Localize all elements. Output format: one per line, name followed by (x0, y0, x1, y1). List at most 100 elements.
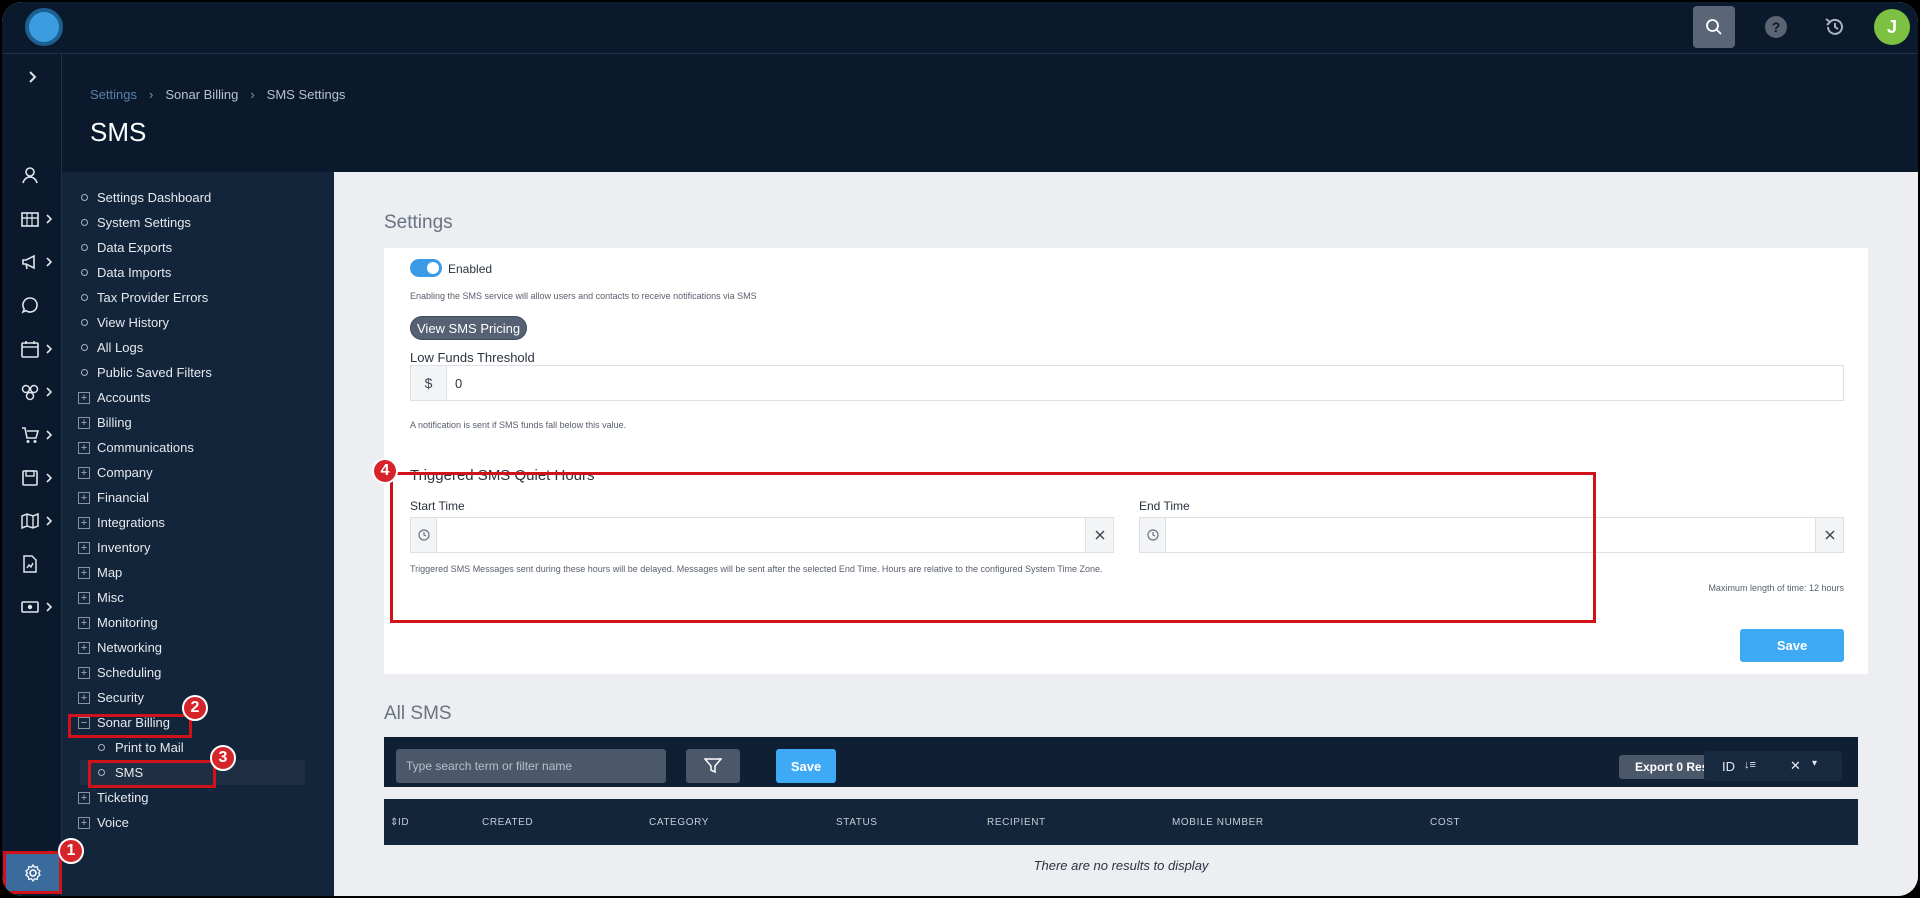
bullet-icon (81, 244, 88, 251)
megaphone-icon (22, 254, 35, 270)
calendar-icon (21, 341, 39, 358)
rail-network[interactable] (2, 375, 62, 409)
app-logo[interactable] (25, 8, 63, 46)
column-id[interactable]: ID (398, 817, 409, 828)
nav-label: Tax Provider Errors (97, 290, 209, 305)
highlight-sonar-billing (68, 714, 192, 738)
view-sms-pricing-button[interactable]: View SMS Pricing (410, 316, 528, 340)
low-funds-input[interactable] (447, 366, 1843, 400)
empty-table-message: There are no results to display (1033, 858, 1209, 873)
help-button[interactable]: ? (1755, 6, 1797, 48)
rail-scheduling[interactable] (2, 332, 62, 366)
sort-select[interactable]: ID ↓≡ ✕ ▾ (1704, 751, 1842, 781)
nav-label: Networking (97, 640, 163, 655)
nav-public-saved-filters[interactable]: Public Saved Filters (62, 360, 334, 385)
filter-save-button[interactable]: Save (776, 749, 836, 783)
settings-section-title: Settings (384, 212, 453, 233)
recent-history-button[interactable] (1814, 6, 1856, 48)
nav-networking[interactable]: + Networking (62, 635, 334, 660)
filter-button[interactable] (686, 749, 740, 783)
nav-monitoring[interactable]: + Monitoring (62, 610, 334, 635)
column-mobile-number[interactable]: MOBILE NUMBER (1172, 817, 1264, 828)
nav-billing[interactable]: + Billing (62, 410, 334, 435)
nav-print-to-mail[interactable]: Print to Mail (62, 735, 334, 760)
column-created[interactable]: CREATED (482, 817, 533, 828)
nav-settings-dashboard[interactable]: Settings Dashboard (62, 185, 334, 210)
nav-integrations[interactable]: + Integrations (62, 510, 334, 535)
highlight-sms-item (88, 760, 216, 788)
rail-inventory[interactable] (2, 418, 62, 452)
bullet-icon (81, 319, 88, 326)
nav-company[interactable]: + Company (62, 460, 334, 485)
annotation-badge-2: 2 (182, 695, 208, 721)
nav-label: Financial (97, 490, 150, 505)
filter-icon (704, 758, 722, 774)
sms-search-input[interactable] (396, 749, 666, 783)
settings-save-button[interactable]: Save (1740, 629, 1844, 662)
breadcrumb-settings[interactable]: Settings (90, 87, 137, 102)
user-avatar[interactable]: J (1874, 9, 1910, 45)
rail-reports[interactable] (2, 547, 62, 581)
rail-expand-button[interactable] (2, 60, 62, 94)
clear-sort-icon[interactable]: ✕ (1790, 758, 1801, 774)
nav-financial[interactable]: + Financial (62, 485, 334, 510)
nav-ticketing[interactable]: + Ticketing (62, 785, 334, 810)
calendar-grid-icon (21, 212, 39, 227)
expand-plus-icon: + (78, 491, 90, 504)
nav-label: Public Saved Filters (97, 365, 212, 380)
sms-enabled-toggle[interactable] (410, 259, 442, 277)
nav-label: Voice (97, 815, 129, 830)
nav-view-history[interactable]: View History (62, 310, 334, 335)
expand-plus-icon: + (78, 541, 90, 554)
expand-plus-icon: + (78, 591, 90, 604)
breadcrumb-separator: › (250, 87, 255, 102)
expand-plus-icon: + (78, 816, 90, 829)
nav-data-imports[interactable]: Data Imports (62, 260, 334, 285)
nav-tax-provider-errors[interactable]: Tax Provider Errors (62, 285, 334, 310)
nav-misc[interactable]: + Misc (62, 585, 334, 610)
chat-bubble-icon (21, 297, 38, 314)
chevron-right-icon (46, 602, 53, 612)
page-header: Settings › Sonar Billing › SMS Settings … (62, 54, 1918, 172)
column-status[interactable]: STATUS (836, 817, 878, 828)
nav-voice[interactable]: + Voice (62, 810, 334, 835)
nav-data-exports[interactable]: Data Exports (62, 235, 334, 260)
chevron-right-icon (46, 473, 53, 483)
annotation-badge-1: 1 (58, 838, 84, 864)
help-icon: ? (1765, 16, 1787, 38)
nav-label: Monitoring (97, 615, 158, 630)
expand-plus-icon: + (78, 791, 90, 804)
column-category[interactable]: CATEGORY (649, 817, 709, 828)
bullet-icon (81, 269, 88, 276)
nav-label: Inventory (97, 540, 151, 555)
nav-accounts[interactable]: + Accounts (62, 385, 334, 410)
rail-map[interactable] (2, 504, 62, 538)
nav-inventory[interactable]: + Inventory (62, 535, 334, 560)
global-search-button[interactable] (1693, 6, 1735, 48)
nav-scheduling[interactable]: + Scheduling (62, 660, 334, 685)
rail-messages[interactable] (2, 288, 62, 322)
rail-contacts[interactable] (2, 158, 62, 192)
nav-all-logs[interactable]: All Logs (62, 335, 334, 360)
rail-documents[interactable] (2, 461, 62, 495)
nav-label: Map (97, 565, 123, 580)
icon-rail (2, 54, 62, 896)
breadcrumb-sonar-billing[interactable]: Sonar Billing (165, 87, 238, 102)
rail-financial[interactable] (2, 590, 62, 624)
bullet-icon (98, 744, 105, 751)
nav-label: Integrations (97, 515, 165, 530)
rail-billing[interactable] (2, 202, 62, 236)
nav-communications[interactable]: + Communications (62, 435, 334, 460)
end-time-clear-button[interactable] (1815, 518, 1843, 552)
nav-system-settings[interactable]: System Settings (62, 210, 334, 235)
sort-select-value: ID (1722, 759, 1735, 774)
all-sms-section-title: All SMS (384, 703, 452, 724)
low-funds-label: Low Funds Threshold (410, 350, 535, 365)
rail-marketing[interactable] (2, 245, 62, 279)
nav-map[interactable]: + Map (62, 560, 334, 585)
enabled-help-text: Enabling the SMS service will allow user… (410, 291, 757, 301)
column-cost[interactable]: COST (1430, 817, 1460, 828)
enabled-label: Enabled (448, 262, 493, 276)
column-recipient[interactable]: RECIPIENT (987, 817, 1046, 828)
currency-addon: $ (411, 366, 447, 400)
